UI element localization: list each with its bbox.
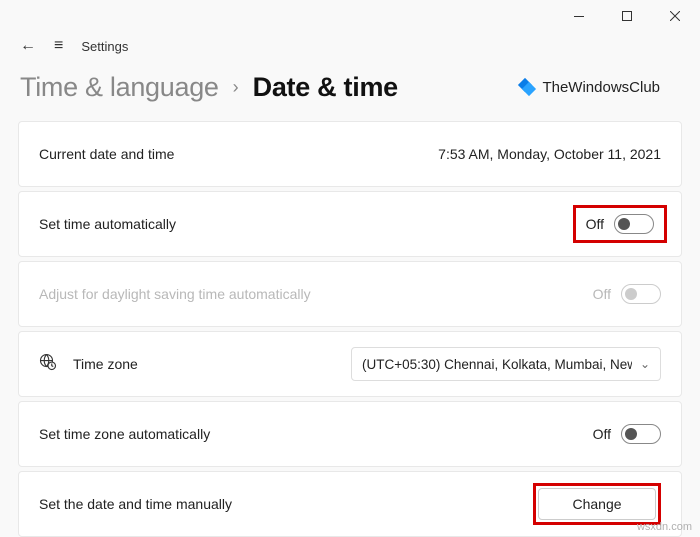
set-tz-auto-card: Set time zone automatically Off xyxy=(18,401,682,467)
chevron-down-icon: ⌄ xyxy=(640,357,650,371)
change-button[interactable]: Change xyxy=(538,488,656,520)
set-tz-auto-wrap: Off xyxy=(593,424,661,444)
set-time-auto-label: Set time automatically xyxy=(39,216,176,232)
set-tz-auto-label: Set time zone automatically xyxy=(39,426,210,442)
timezone-label: Time zone xyxy=(73,356,138,372)
timezone-select[interactable]: (UTC+05:30) Chennai, Kolkata, Mumbai, Ne… xyxy=(351,347,661,381)
timezone-selected: (UTC+05:30) Chennai, Kolkata, Mumbai, Ne… xyxy=(362,357,632,372)
highlight-change: Change xyxy=(533,483,661,525)
set-time-auto-toggle[interactable] xyxy=(614,214,654,234)
manual-datetime-label: Set the date and time manually xyxy=(39,496,232,512)
app-title: Settings xyxy=(81,39,128,54)
globe-icon xyxy=(39,353,57,376)
watermark: wsxdn.com xyxy=(637,521,692,533)
current-datetime-value: 7:53 AM, Monday, October 11, 2021 xyxy=(438,146,661,162)
menu-icon[interactable]: ≡ xyxy=(54,37,63,55)
brand-icon xyxy=(520,80,536,96)
dst-toggle xyxy=(621,284,661,304)
dst-state: Off xyxy=(593,286,611,302)
brand-text: TheWindowsClub xyxy=(542,79,660,96)
chevron-right-icon: › xyxy=(233,77,239,98)
window-titlebar xyxy=(0,0,700,32)
maximize-button[interactable] xyxy=(604,0,650,32)
breadcrumb-current: Date & time xyxy=(253,72,398,103)
settings-list: Current date and time 7:53 AM, Monday, O… xyxy=(0,103,700,537)
breadcrumb: Time & language › Date & time TheWindows… xyxy=(0,60,700,103)
dst-toggle-wrap: Off xyxy=(593,284,661,304)
minimize-button[interactable] xyxy=(556,0,602,32)
set-time-auto-card: Set time automatically Off xyxy=(18,191,682,257)
breadcrumb-parent[interactable]: Time & language xyxy=(20,72,219,103)
set-tz-auto-toggle[interactable] xyxy=(621,424,661,444)
highlight-toggle: Off xyxy=(573,205,667,243)
dst-label: Adjust for daylight saving time automati… xyxy=(39,286,311,302)
brand-logo: TheWindowsClub xyxy=(520,79,660,96)
set-time-auto-state: Off xyxy=(586,216,604,232)
header-row: ← ≡ Settings xyxy=(0,32,700,60)
current-datetime-card: Current date and time 7:53 AM, Monday, O… xyxy=(18,121,682,187)
manual-datetime-card: Set the date and time manually Change xyxy=(18,471,682,537)
close-button[interactable] xyxy=(652,0,698,32)
dst-card: Adjust for daylight saving time automati… xyxy=(18,261,682,327)
timezone-card: Time zone (UTC+05:30) Chennai, Kolkata, … xyxy=(18,331,682,397)
current-datetime-label: Current date and time xyxy=(39,146,174,162)
set-tz-auto-state: Off xyxy=(593,426,611,442)
back-icon[interactable]: ← xyxy=(20,37,36,55)
